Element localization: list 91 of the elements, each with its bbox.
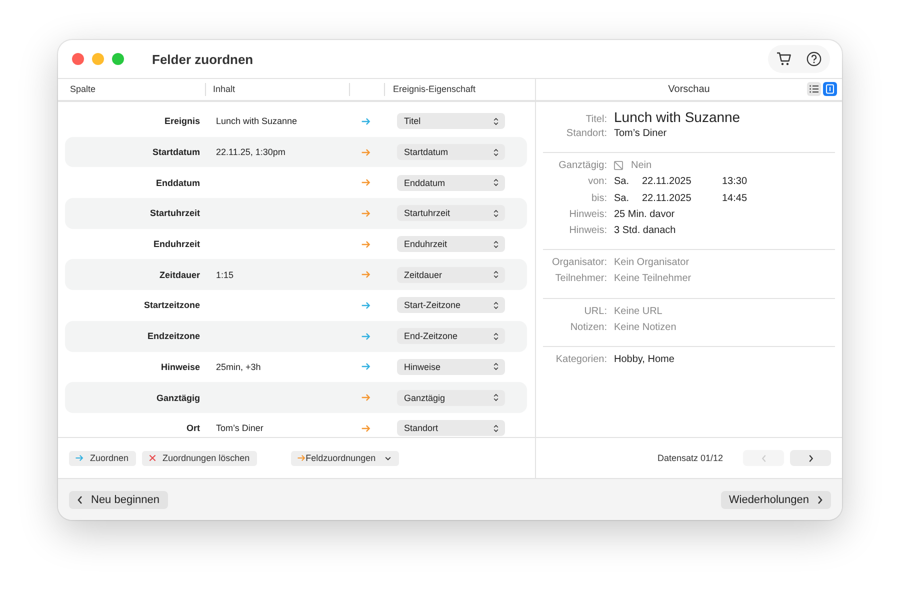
column-name: Endzeitzone bbox=[146, 331, 200, 342]
field-value: Keine Notizen bbox=[614, 322, 676, 333]
column-content: Tom’s Diner bbox=[216, 423, 264, 434]
column-name: Startzeitzone bbox=[142, 300, 200, 310]
property-select[interactable]: Ganztägig bbox=[397, 390, 505, 406]
field-label: Standort: bbox=[565, 128, 607, 139]
column-content: 25min, +3h bbox=[216, 362, 261, 372]
field-label: bis: bbox=[590, 192, 607, 204]
assign-button[interactable]: Zuordnen bbox=[69, 450, 136, 466]
chevron-up-down-icon bbox=[493, 424, 499, 433]
property-select[interactable]: End-Zeitzone bbox=[397, 328, 505, 344]
field-value: Keine Teilnehmer bbox=[614, 273, 692, 284]
column-name: Zeitdauer bbox=[158, 270, 200, 280]
close-button[interactable] bbox=[72, 53, 84, 65]
mappings-menu-button[interactable]: Feldzuordnungen bbox=[290, 450, 399, 466]
property-select[interactable]: Start-Zeitzone bbox=[397, 297, 505, 314]
field-value: Sa. bbox=[614, 192, 630, 204]
chevron-up-down-icon bbox=[493, 116, 499, 126]
close-icon bbox=[148, 454, 157, 462]
single-view-button[interactable] bbox=[823, 82, 837, 96]
minimize-button[interactable] bbox=[92, 53, 104, 65]
window-title: Felder zuordnen bbox=[152, 52, 254, 66]
field-value: Lunch with Suzanne bbox=[614, 109, 740, 125]
chevron-up-down-icon bbox=[493, 270, 499, 280]
clear-button[interactable]: Zuordnungen löschen bbox=[142, 450, 257, 466]
column-content: Lunch with Suzanne bbox=[216, 116, 298, 126]
chevron-left-icon bbox=[77, 494, 83, 504]
field-label: URL: bbox=[583, 306, 607, 316]
field-label: Kategorien: bbox=[554, 354, 607, 365]
field-value: 22.11.2025 bbox=[642, 176, 692, 188]
chevron-up-down-icon bbox=[493, 300, 499, 310]
zoom-button[interactable] bbox=[112, 53, 124, 65]
property-select[interactable]: Titel bbox=[397, 113, 505, 130]
field-label: Organisator: bbox=[550, 257, 607, 268]
forward-button[interactable]: Wiederholungen bbox=[720, 490, 831, 508]
field-value: Sa. bbox=[614, 176, 630, 188]
column-name: Enduhrzeit bbox=[152, 239, 200, 250]
field-label: Titel: bbox=[584, 114, 607, 125]
chevron-up-down-icon bbox=[493, 240, 499, 249]
field-value: 3 Std. danach bbox=[614, 224, 676, 236]
chevron-up-down-icon bbox=[493, 332, 499, 341]
field-value: Tom’s Diner bbox=[614, 128, 667, 139]
chevron-up-down-icon bbox=[493, 393, 499, 402]
field-value: 25 Min. davor bbox=[614, 208, 675, 220]
arrow-icon bbox=[296, 454, 306, 462]
column-header: Ereignis-Eigenschaft bbox=[392, 83, 476, 96]
chevron-left-icon bbox=[760, 454, 766, 462]
property-select[interactable]: Standort bbox=[397, 420, 505, 436]
column-name: Ort bbox=[186, 423, 200, 434]
property-select[interactable]: Hinweise bbox=[397, 358, 505, 375]
column-content: 22.11.25, 1:30pm bbox=[216, 147, 286, 158]
preview-title: Vorschau bbox=[668, 84, 710, 95]
column-name: Ereignis bbox=[163, 116, 200, 126]
field-label: Teilnehmer: bbox=[554, 273, 607, 284]
property-select[interactable]: Enddatum bbox=[397, 174, 505, 191]
chevron-up-down-icon bbox=[493, 208, 499, 218]
field-value: 14:45 bbox=[722, 192, 748, 204]
chevron-right-icon bbox=[808, 454, 814, 462]
arrow-icon bbox=[75, 454, 84, 462]
record-counter: Datensatz 01/12 bbox=[657, 453, 723, 463]
column-name: Hinweise bbox=[160, 362, 200, 372]
field-label: Hinweis: bbox=[568, 224, 607, 236]
chevron-up-down-icon bbox=[493, 148, 499, 157]
column-name: Startuhrzeit bbox=[148, 208, 200, 218]
column-name: Ganztägig bbox=[155, 392, 200, 403]
column-header: Inhalt bbox=[206, 83, 350, 96]
field-label: von: bbox=[587, 176, 607, 188]
column-name: Enddatum bbox=[155, 178, 200, 188]
field-label: Ganztägig: bbox=[558, 160, 607, 172]
field-value: Keine URL bbox=[614, 306, 662, 316]
help-icon[interactable] bbox=[806, 51, 822, 67]
property-select[interactable]: Startuhrzeit bbox=[397, 205, 505, 222]
chevron-right-icon bbox=[817, 494, 823, 504]
chevron-down-icon bbox=[384, 456, 392, 460]
property-select[interactable]: Zeitdauer bbox=[397, 266, 505, 283]
field-label: Notizen: bbox=[569, 322, 607, 333]
chevron-up-down-icon bbox=[493, 362, 499, 372]
field-label: Hinweis: bbox=[568, 208, 607, 220]
chevron-up-down-icon bbox=[493, 178, 499, 188]
column-header: Spalte bbox=[58, 83, 206, 96]
property-select[interactable]: Startdatum bbox=[397, 144, 505, 160]
list-view-button[interactable] bbox=[807, 82, 821, 96]
field-value: Hobby, Home bbox=[614, 354, 674, 365]
field-value: 22.11.2025 bbox=[642, 192, 692, 204]
column-content: 1:15 bbox=[216, 270, 234, 280]
field-value: 13:30 bbox=[722, 176, 748, 188]
cart-icon[interactable] bbox=[776, 51, 792, 67]
back-button[interactable]: Neu beginnen bbox=[69, 490, 168, 508]
column-name: Startdatum bbox=[151, 147, 200, 158]
property-select[interactable]: Enduhrzeit bbox=[397, 236, 505, 252]
field-value: Nein bbox=[631, 160, 652, 172]
